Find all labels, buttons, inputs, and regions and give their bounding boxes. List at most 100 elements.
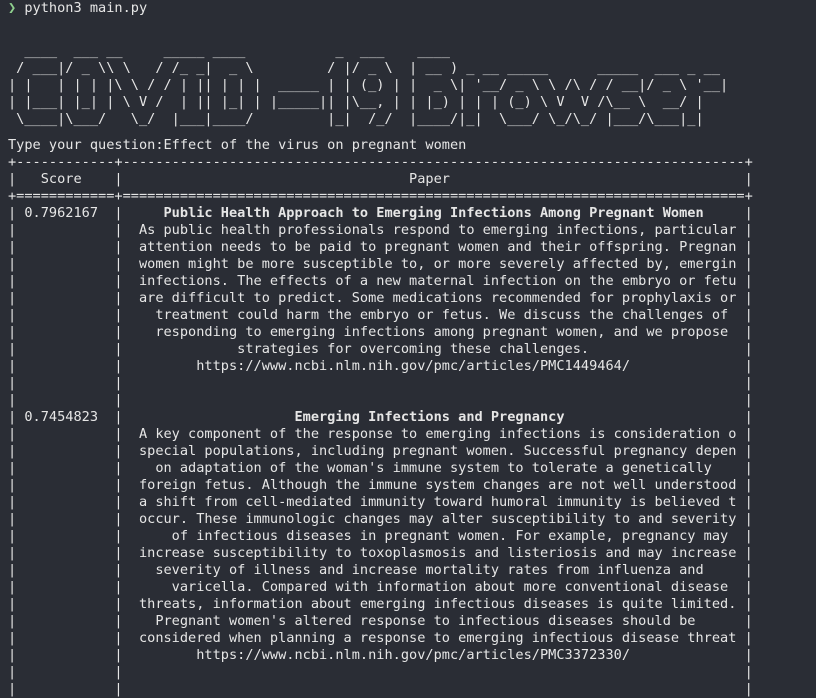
table-cell-border: |	[736, 613, 753, 629]
table-cell-border: | |	[8, 562, 131, 578]
paper-abstract-line: special populations, including pregnant …	[130, 443, 737, 459]
table-cell-border: |	[736, 239, 753, 255]
table-row-line: | | infections. The effects of a new mat…	[8, 273, 753, 290]
banner-line: | | | | | |\ \ / / | || | | | _____ | | …	[8, 77, 729, 93]
table-row-line: | 0.7454823 | Emerging Infections and Pr…	[8, 409, 753, 426]
table-row-line: | | occur. These immunologic changes may…	[8, 511, 753, 528]
paper-abstract-line: foreign fetus. Although the immune syste…	[130, 477, 737, 493]
paper-abstract-line: women might be more susceptible to, or m…	[130, 256, 737, 272]
paper-abstract-line: a shift from cell-mediated immunity towa…	[130, 494, 737, 510]
table-cell-border: |	[736, 596, 753, 612]
paper-abstract-line: Pregnant women's altered response to inf…	[130, 613, 737, 629]
command-text: python3 main.py	[24, 0, 148, 16]
table-header: | Score | Paper |	[8, 171, 753, 187]
table-row-line: | | special populations, including pregn…	[8, 443, 753, 460]
paper-abstract-line: severity of illness and increase mortali…	[130, 562, 737, 578]
table-cell-border: | |	[8, 613, 131, 629]
table-cell-border: |	[736, 222, 753, 238]
table-cell-border: |	[736, 256, 753, 272]
table-row-line: | | attention needs to be paid to pregna…	[8, 239, 753, 256]
table-cell-border: | |	[8, 443, 131, 459]
table-cell-border: | |	[8, 358, 131, 374]
table-cell-border: | |	[8, 426, 131, 442]
table-row-line: | | a shift from cell-mediated immunity …	[8, 494, 753, 511]
table-row-line: | | A key component of the response to e…	[8, 426, 753, 443]
table-cell-border: | |	[8, 341, 131, 357]
paper-abstract-line: treatment could harm the embryo or fetus…	[130, 307, 737, 323]
table-cell-border: |	[736, 358, 753, 374]
table-cell-border: |	[736, 205, 753, 221]
table-cell-border: | 0.7962167 |	[8, 205, 131, 221]
table-row-line: | | strategies for overcoming these chal…	[8, 341, 753, 358]
table-cell-border: | |	[8, 307, 131, 323]
table-cell-border: | |	[8, 239, 131, 255]
table-cell-border: | |	[8, 392, 131, 408]
table-cell-border: | |	[8, 477, 131, 493]
table-cell-border: |	[736, 307, 753, 323]
table-cell-border: |	[736, 562, 753, 578]
terminal-window: ❯ python3 main.py ____ ___ __ _____ ____…	[0, 0, 816, 697]
table-row-line: | | |	[8, 664, 753, 681]
paper-abstract-line: strategies for overcoming these challeng…	[130, 341, 737, 357]
banner-line: | |___| |_| | \ V / | || |_| | |_____|| …	[8, 94, 704, 110]
paper-link[interactable]: https://www.ncbi.nlm.nih.gov/pmc/article…	[131, 358, 737, 374]
table-row-line: | | Pregnant women's altered response to…	[8, 613, 753, 630]
paper-abstract-line: varicella. Compared with information abo…	[130, 579, 737, 595]
question-line[interactable]: Type your question:Effect of the virus o…	[8, 137, 466, 154]
table-cell-border: |	[736, 273, 753, 289]
table-cell-border: |	[736, 426, 753, 442]
paper-abstract-line: increase susceptibility to toxoplasmosis…	[130, 545, 737, 561]
table-cell-border: | |	[8, 511, 131, 527]
table-cell-border: | 0.7454823 |	[8, 409, 131, 425]
table-row-line: | | considered when planning a response …	[8, 630, 753, 647]
paper-abstract-line: considered when planning a response to e…	[130, 630, 737, 646]
table-border-mid: +============+==========================…	[8, 188, 753, 204]
table-cell-border: | |	[8, 630, 131, 646]
table-cell-border: | |	[8, 290, 131, 306]
table-row-line: | | are difficult to predict. Some medic…	[8, 290, 753, 307]
table-cell-border: |	[736, 460, 753, 476]
paper-title: Public Health Approach to Emerging Infec…	[130, 205, 737, 221]
table-cell-border: |	[736, 477, 753, 493]
table-row-line: | | responding to emerging infections am…	[8, 324, 753, 341]
table-cell-border: | |	[8, 681, 131, 697]
table-row-line: | | https://www.ncbi.nlm.nih.gov/pmc/art…	[8, 647, 753, 664]
paper-abstract-line: attention needs to be paid to pregnant w…	[130, 239, 737, 255]
table-row-line: | | threats, information about emerging …	[8, 596, 753, 613]
paper-link[interactable]: https://www.ncbi.nlm.nih.gov/pmc/article…	[131, 647, 737, 663]
table-cell-border: | |	[8, 494, 131, 510]
table-cell-border: |	[736, 681, 753, 697]
question-label: Type your question:	[8, 137, 164, 153]
table-row-line: | | of infectious diseases in pregnant w…	[8, 528, 753, 545]
banner-line: ____ ___ __ _____ ____ _ ___ ____	[8, 43, 450, 59]
question-input[interactable]: Effect of the virus on pregnant women	[164, 137, 467, 153]
prompt-arrow-icon: ❯	[8, 0, 17, 16]
table-cell-border: |	[736, 528, 753, 544]
table-row-line: | | |	[8, 392, 753, 409]
table-cell-border: | |	[8, 647, 131, 663]
table-cell-border: |	[736, 375, 753, 391]
table-row-line: | | |	[8, 375, 753, 392]
table-border-top: +------------+--------------------------…	[8, 154, 753, 170]
table-cell-border: |	[736, 664, 753, 680]
table-cell-border: | |	[8, 375, 131, 391]
table-cell-border: | |	[8, 545, 131, 561]
table-cell-border: |	[736, 494, 753, 510]
table-row-line: | 0.7962167 | Public Health Approach to …	[8, 205, 753, 222]
table-row-line: | | treatment could harm the embryo or f…	[8, 307, 753, 324]
table-cell-border: |	[736, 545, 753, 561]
paper-title: Emerging Infections and Pregnancy	[130, 409, 737, 425]
table-row-line: | | foreign fetus. Although the immune s…	[8, 477, 753, 494]
table-cell-border: | |	[8, 579, 131, 595]
table-cell-border: |	[736, 511, 753, 527]
paper-abstract-line: As public health professionals respond t…	[130, 222, 737, 238]
table-cell-border: | |	[8, 460, 131, 476]
table-cell-border: | |	[8, 664, 131, 680]
table-row-line: | | https://www.ncbi.nlm.nih.gov/pmc/art…	[8, 358, 753, 375]
ascii-banner: ____ ___ __ _____ ____ _ ___ ____ / ___|…	[8, 26, 728, 145]
table-cell-border: |	[736, 324, 753, 340]
